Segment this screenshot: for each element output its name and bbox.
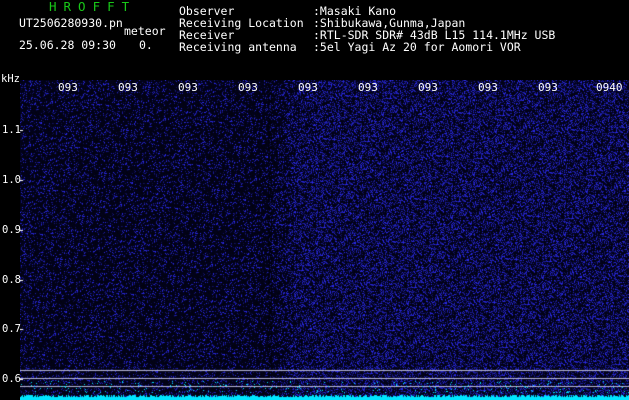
x-tick-label: 093: [298, 81, 318, 94]
x-tick-label: 093: [478, 81, 498, 94]
info-value-antenna: :5el Yagi Az 20 for Aomori VOR: [313, 40, 521, 54]
meteor-count: 0.: [139, 38, 153, 52]
y-tick-label: 0.7: [2, 323, 21, 335]
y-tick-label: 0.9: [2, 224, 21, 236]
spectrogram-screen: { "header": { "brand": "HROFFT", "filena…: [0, 0, 629, 400]
y-axis-unit: kHz: [1, 73, 20, 85]
x-tick-label: 093: [178, 81, 198, 94]
x-tick-label: 093: [358, 81, 378, 94]
x-tick-label: 093: [58, 81, 78, 94]
y-tick-label: 0.8: [2, 274, 21, 286]
x-tick-label: 093: [418, 81, 438, 94]
y-tick-label: 1.1: [2, 124, 21, 136]
mode-label: meteor: [124, 24, 166, 38]
spectrogram-canvas: [20, 80, 629, 400]
x-tick-label: 093: [118, 81, 138, 94]
brand-title: HROFFT: [49, 0, 137, 14]
info-label-antenna: Receiving antenna: [179, 40, 297, 54]
file-name: UT2506280930.pn: [19, 16, 123, 30]
y-tick-label: 0.6: [2, 373, 21, 385]
x-tick-label: 0940: [596, 81, 623, 94]
date-time: 25.06.28 09:30: [19, 38, 116, 52]
x-tick-label: 093: [538, 81, 558, 94]
y-tick-label: 1.0: [2, 174, 21, 186]
x-tick-label: 093: [238, 81, 258, 94]
